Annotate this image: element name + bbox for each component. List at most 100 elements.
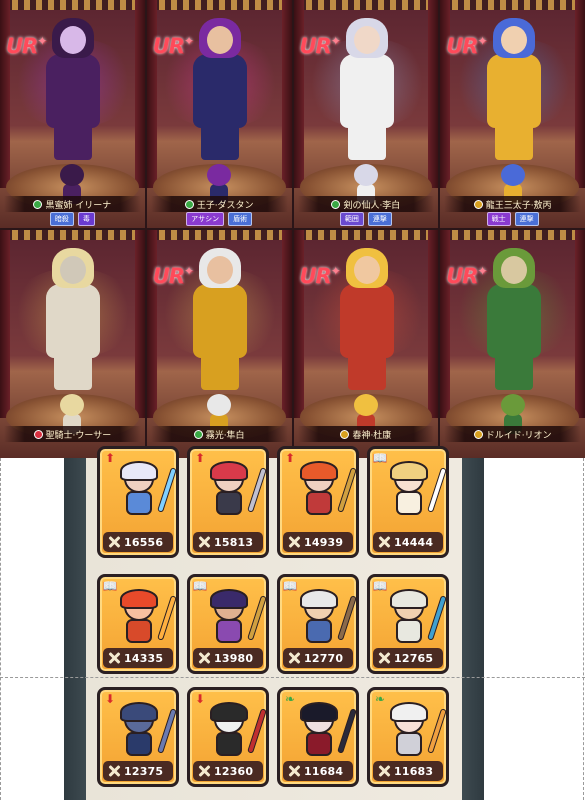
hero-card-hair (390, 461, 428, 481)
sparkle-icon: ✦ (183, 264, 194, 278)
hero-card-hair (390, 702, 428, 722)
hero-card-artwork (382, 702, 447, 760)
power-value: 16556 (124, 535, 164, 549)
hero-card-body (306, 619, 332, 643)
hero-card[interactable]: 📖 13980 (187, 574, 269, 674)
sparkle-icon: ✦ (37, 34, 47, 48)
hero-nameplate: 春神·杜康 (297, 426, 435, 442)
curtain-left (146, 230, 157, 418)
rarity-badge: UR✦ (446, 34, 487, 58)
hero-portrait-card[interactable]: UR✦ 龍王三太子·敖丙 戦士 連撃 (440, 0, 585, 228)
hero-card-body (396, 732, 422, 756)
chibi-head (207, 394, 232, 416)
hero-card[interactable]: ⬆ 15813 (187, 446, 269, 558)
hero-weapon (337, 595, 357, 641)
hero-name: 剣の仙人·李白 (343, 200, 401, 211)
hero-card-artwork (112, 702, 177, 760)
hero-card-hair (390, 589, 428, 609)
hero-tag: 連撃 (367, 212, 392, 226)
rarity-text: UR (6, 34, 38, 58)
hero-card-hair (210, 461, 248, 481)
chibi-head (207, 164, 232, 186)
power-value: 11684 (304, 764, 344, 778)
hero-card-hair (120, 702, 158, 722)
hero-card-hair (300, 702, 338, 722)
hero-body (46, 54, 101, 128)
crop-guide-right (583, 458, 584, 800)
crossed-swords-icon (377, 651, 391, 665)
chibi-head (500, 394, 525, 416)
hero-portrait-card[interactable]: UR✦ 剣の仙人·李白 範囲 連撃 (293, 0, 439, 228)
hero-portrait-card[interactable]: UR✦ 王子·ダスタン アサシン 盾術 (146, 0, 292, 228)
curtain-left (146, 0, 157, 188)
hero-face (353, 26, 380, 54)
hero-tag: 盾術 (228, 212, 253, 226)
element-icon (33, 199, 43, 209)
hero-weapon (157, 467, 177, 513)
hero-card-artwork (112, 461, 177, 519)
hero-card[interactable]: ❧ 11683 (367, 687, 449, 787)
hero-name: 王子·ダスタン (196, 200, 254, 211)
hero-name: ドルイド·リオン (485, 430, 552, 441)
hero-body (193, 284, 248, 358)
hero-portrait-card[interactable]: UR✦ 黒蜜姉 イリーナ 暗殺毒 (0, 0, 145, 228)
hero-portrait-card[interactable]: 聖騎士·ウーサー (0, 230, 145, 458)
hero-weapon (337, 708, 357, 754)
hero-card[interactable]: ⬆ 14939 (277, 446, 359, 558)
hero-card-body (306, 491, 332, 515)
element-icon (331, 199, 341, 209)
hero-card[interactable]: 📖 14335 (97, 574, 179, 674)
hero-card-artwork (292, 461, 357, 519)
hero-portrait-card[interactable]: UR✦ 春神·杜康 (293, 230, 439, 458)
hero-nameplate: 王子·ダスタン (150, 196, 288, 212)
element-icon (340, 429, 350, 439)
hero-card-artwork (202, 702, 267, 760)
hero-nameplate: 龍王三太子·敖丙 (444, 196, 581, 212)
crop-guide-horizontal (0, 677, 585, 678)
hero-tag: 暗殺 (49, 212, 74, 226)
hero-legs (201, 354, 240, 390)
screen: UR✦ 黒蜜姉 イリーナ 暗殺毒 UR✦ 王子·ダスタン アサシン 盾術 UR✦… (0, 0, 585, 800)
power-bar: 14939 (283, 532, 353, 552)
power-bar: 11683 (373, 761, 443, 781)
hero-card[interactable]: ⬇ 12375 (97, 687, 179, 787)
rarity-badge: UR✦ (299, 264, 341, 288)
crossed-swords-icon (197, 535, 211, 549)
hero-card-hair (120, 589, 158, 609)
hero-weapon (427, 708, 447, 754)
power-value: 14444 (394, 535, 434, 549)
rarity-text: UR (299, 34, 332, 58)
rarity-text: UR (299, 264, 332, 288)
power-bar: 12770 (283, 648, 353, 668)
sparkle-icon: ✦ (330, 34, 341, 48)
sparkle-icon: ✦ (477, 34, 487, 48)
hero-card[interactable]: 📖 12765 (367, 574, 449, 674)
hero-card-artwork (112, 589, 177, 647)
hero-gallery: UR✦ 黒蜜姉 イリーナ 暗殺毒 UR✦ 王子·ダスタン アサシン 盾術 UR✦… (0, 0, 585, 458)
hero-name: 春神·杜康 (352, 430, 392, 441)
hero-portrait-card[interactable]: UR✦ ドルイド·リオン (440, 230, 585, 458)
element-icon (33, 429, 43, 439)
hero-card[interactable]: ⬆ 16556 (97, 446, 179, 558)
hero-card[interactable]: ❧ 11684 (277, 687, 359, 787)
hero-legs (347, 354, 386, 390)
sparkle-icon: ✦ (183, 34, 194, 48)
hero-card-artwork (202, 589, 267, 647)
hero-nameplate: 剣の仙人·李白 (297, 196, 435, 212)
curtain-left (0, 0, 10, 188)
element-icon (184, 199, 194, 209)
hero-body (339, 54, 394, 128)
hero-tag: 範囲 (339, 212, 364, 226)
hero-card[interactable]: 📖 14444 (367, 446, 449, 558)
hero-card[interactable]: ⬇ 12360 (187, 687, 269, 787)
hero-weapon (337, 467, 357, 513)
power-value: 12770 (304, 651, 344, 665)
curtain-left (293, 230, 304, 418)
hero-card[interactable]: 📖 12770 (277, 574, 359, 674)
hero-legs (494, 354, 533, 390)
hero-artwork (8, 248, 139, 398)
hero-tags: 暗殺毒 (0, 212, 145, 226)
power-bar: 16556 (103, 532, 173, 552)
hero-portrait-card[interactable]: UR✦ 霧光·隼白 (146, 230, 292, 458)
hero-face (500, 26, 527, 54)
